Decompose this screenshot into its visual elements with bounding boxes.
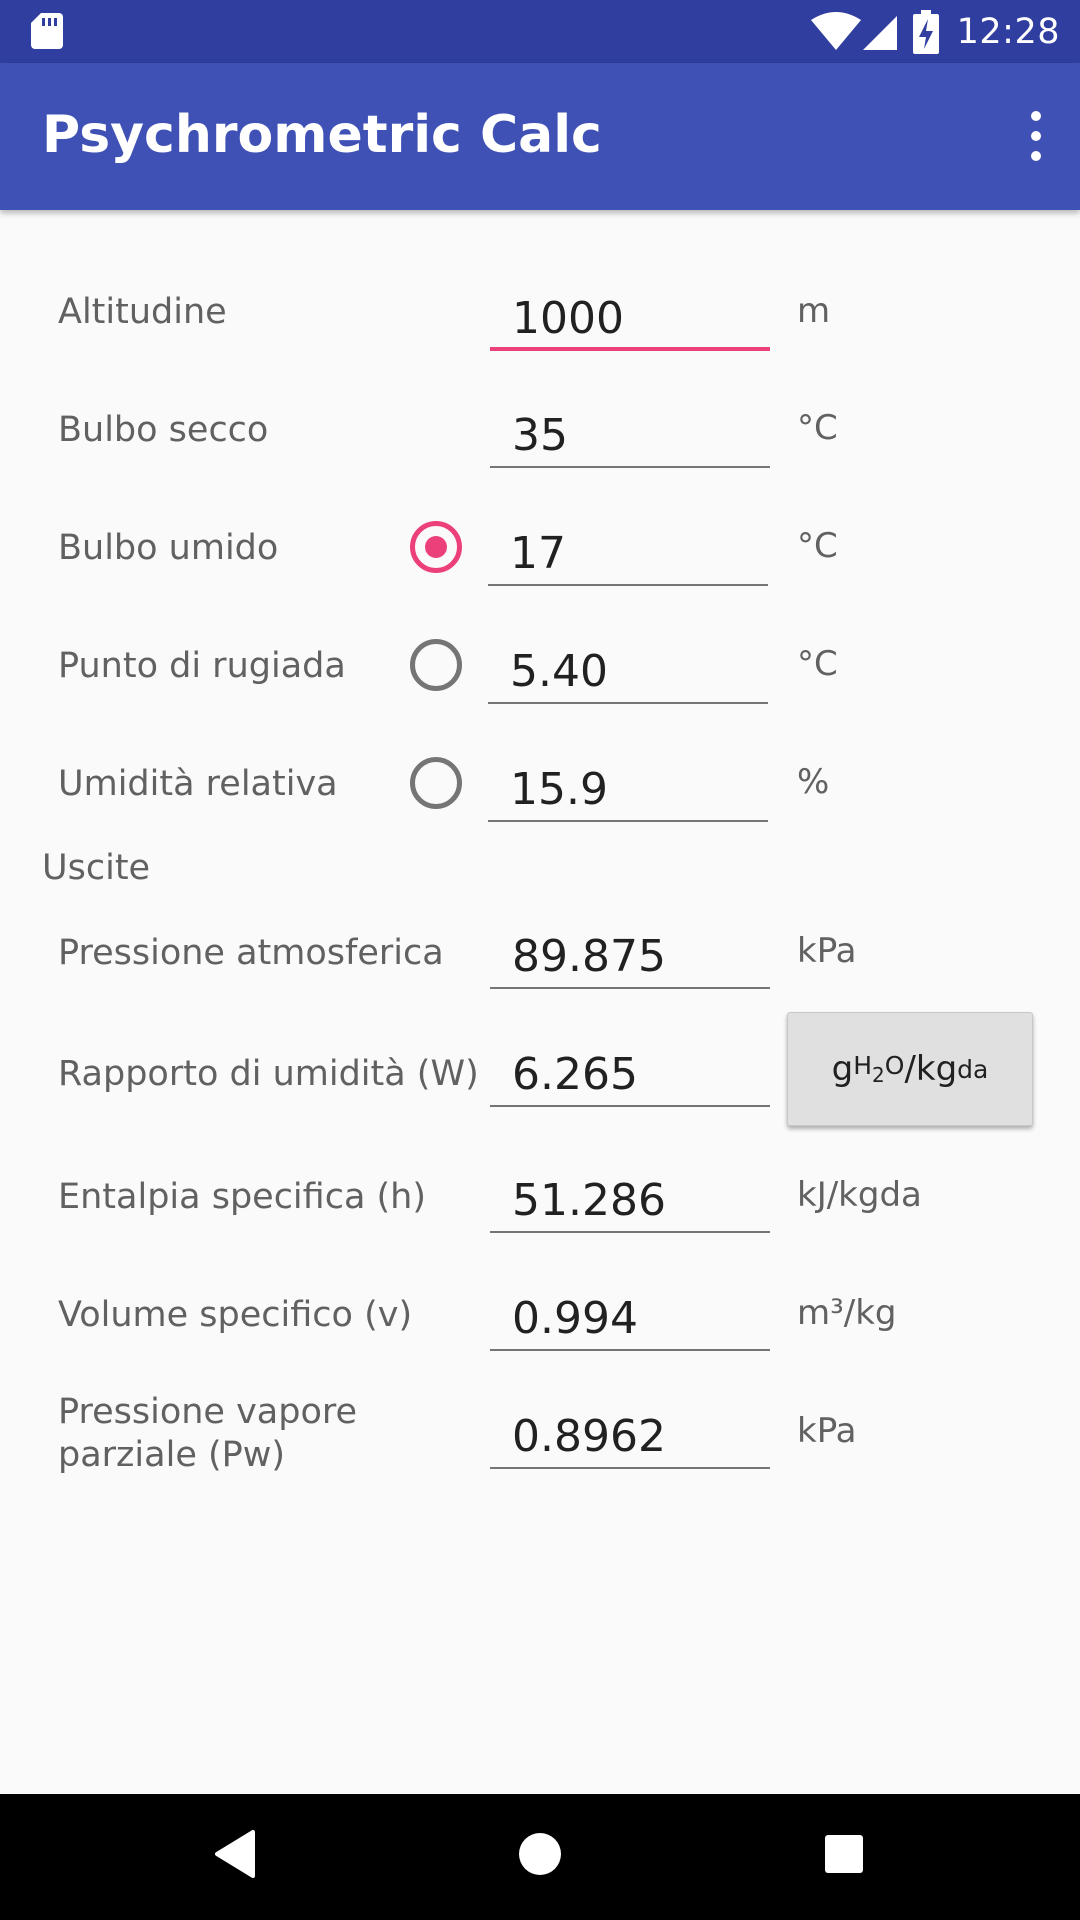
recents-icon[interactable] [824, 1834, 864, 1874]
atm-pressure-label: Pressione atmosferica [58, 933, 444, 973]
back-icon[interactable] [213, 1829, 257, 1879]
status-bar: 12:28 [0, 0, 1080, 63]
app-title: Psychrometric Calc [42, 105, 602, 165]
humidity-ratio-unit-button[interactable]: g H2O/kg da [787, 1012, 1033, 1126]
dry-bulb-input[interactable]: 35 [490, 406, 770, 468]
dry-bulb-unit: °C [797, 408, 838, 448]
unit-g: g [831, 1049, 854, 1089]
wet-bulb-unit: °C [797, 526, 838, 566]
dry-bulb-label: Bulbo secco [58, 410, 269, 450]
relative-humidity-radio[interactable] [410, 757, 462, 809]
dew-point-radio[interactable] [410, 639, 462, 691]
dew-point-label: Punto di rugiada [58, 646, 346, 686]
wet-bulb-input[interactable]: 17 [488, 524, 768, 586]
enthalpy-unit: kJ/kgda [797, 1175, 922, 1215]
wet-bulb-radio[interactable] [410, 521, 462, 573]
home-icon[interactable] [518, 1832, 562, 1876]
specific-volume-label: Volume specifico (v) [58, 1295, 413, 1335]
atm-pressure-output[interactable]: 89.875 [490, 927, 770, 989]
unit-kg: /kg [904, 1049, 958, 1089]
app-bar: Psychrometric Calc [0, 63, 1080, 210]
atm-pressure-unit: kPa [797, 931, 857, 971]
unit-2: 2 [872, 1063, 885, 1087]
humidity-ratio-label: Rapporto di umidità (W) [58, 1054, 479, 1094]
dew-point-input[interactable]: 5.40 [488, 642, 768, 704]
battery-charging-icon [912, 10, 939, 54]
enthalpy-label: Entalpia specifica (h) [58, 1177, 427, 1217]
wifi-icon [810, 12, 861, 50]
vapor-pressure-unit: kPa [797, 1411, 857, 1451]
vapor-pressure-label-line2: parziale (Pw) [58, 1435, 286, 1475]
unit-da: da [957, 1054, 989, 1084]
humidity-ratio-output[interactable]: 6.265 [490, 1045, 770, 1107]
outputs-section-title: Uscite [42, 848, 151, 888]
specific-volume-output[interactable]: 0.994 [490, 1289, 770, 1351]
relative-humidity-unit: % [797, 762, 830, 802]
relative-humidity-label: Umidità relativa [58, 764, 338, 804]
more-vert-icon[interactable] [1016, 108, 1056, 164]
unit-o: O [884, 1051, 905, 1080]
relative-humidity-input[interactable]: 15.9 [488, 760, 768, 822]
wet-bulb-label: Bulbo umido [58, 528, 279, 568]
altitude-unit: m [797, 291, 831, 331]
sd-card-icon [31, 13, 63, 49]
altitude-input[interactable]: 1000 [490, 289, 770, 351]
altitude-label: Altitudine [58, 292, 227, 332]
dew-point-unit: °C [797, 644, 838, 684]
enthalpy-output[interactable]: 51.286 [490, 1171, 770, 1233]
vapor-pressure-output[interactable]: 0.8962 [490, 1407, 770, 1469]
signal-icon [862, 16, 897, 50]
specific-volume-unit: m³/kg [797, 1293, 897, 1333]
vapor-pressure-label-line1: Pressione vapore [58, 1392, 358, 1432]
navigation-bar [0, 1794, 1080, 1920]
unit-h: H [853, 1051, 873, 1080]
clock: 12:28 [956, 12, 1060, 52]
